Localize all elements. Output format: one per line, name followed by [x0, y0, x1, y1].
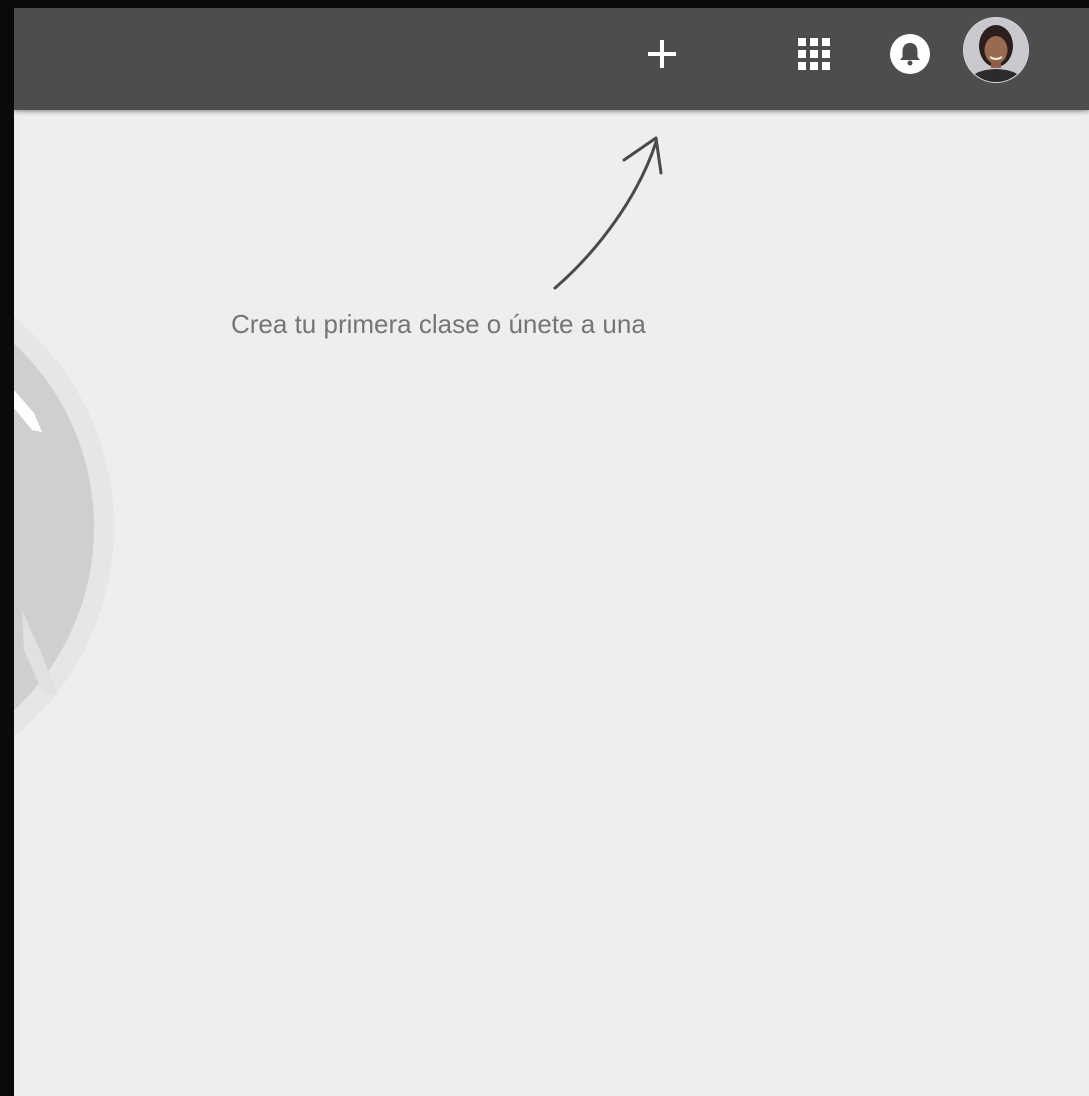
empty-state-illustration — [14, 110, 1089, 1096]
notifications-button[interactable] — [885, 29, 935, 79]
apps-grid-icon — [798, 38, 830, 70]
account-avatar-button[interactable] — [960, 14, 1032, 86]
bell-icon — [890, 34, 930, 74]
avatar — [963, 17, 1029, 83]
empty-state-hint: Crea tu primera clase o únete a una — [231, 309, 646, 339]
app-window: Crea tu primera clase o únete a una — [0, 0, 1089, 1096]
plus-icon — [648, 40, 676, 68]
add-class-button[interactable] — [637, 29, 687, 79]
top-app-bar — [14, 8, 1089, 110]
apps-button[interactable] — [789, 29, 839, 79]
